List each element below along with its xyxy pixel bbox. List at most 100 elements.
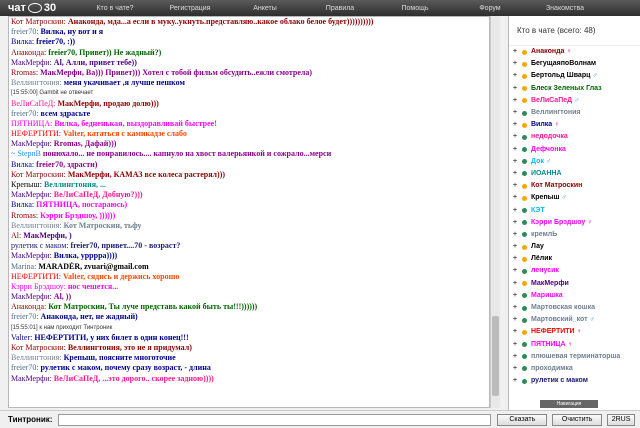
- navigation-button[interactable]: Навигация: [540, 400, 598, 408]
- message-author[interactable]: Кот Матроскин:: [11, 343, 66, 352]
- message-author[interactable]: Кот Матроскин:: [11, 17, 66, 26]
- expand-user-icon[interactable]: +: [511, 351, 519, 363]
- user-nick[interactable]: ИОАННА: [531, 168, 562, 180]
- user-nick[interactable]: ПЯТНИЦА: [531, 339, 566, 351]
- chat-logo[interactable]: чат 30: [0, 2, 80, 14]
- expand-user-icon[interactable]: +: [511, 339, 519, 351]
- message-input[interactable]: [57, 413, 492, 426]
- user-list-item[interactable]: + КЭТ: [509, 204, 640, 216]
- message-author[interactable]: Крепыш:: [11, 180, 42, 189]
- expand-user-icon[interactable]: +: [511, 314, 519, 326]
- message-author[interactable]: МакМерфи:: [11, 139, 52, 148]
- user-nick[interactable]: НЕФЕРТИТИ: [531, 326, 575, 338]
- message-author[interactable]: Al:: [11, 231, 21, 240]
- user-nick[interactable]: ленусик: [531, 265, 559, 277]
- message-author[interactable]: Анаконда:: [11, 48, 46, 57]
- message-author[interactable]: Valter:: [11, 333, 32, 342]
- user-nick[interactable]: КЭТ: [531, 205, 545, 217]
- user-list-item[interactable]: + проходимка: [509, 363, 640, 375]
- expand-user-icon[interactable]: +: [511, 253, 519, 265]
- user-list-item[interactable]: + Док ♂: [509, 156, 640, 168]
- message-author[interactable]: Вилка:: [11, 200, 34, 209]
- message-author[interactable]: Кэрри Брэдшоу:: [11, 282, 66, 291]
- user-nick[interactable]: кремлЬ: [531, 229, 557, 241]
- chat-messages-panel[interactable]: Кот Матроскин: Анаконда, мда...а если в …: [8, 16, 490, 408]
- user-list-item[interactable]: + Лау: [509, 241, 640, 253]
- expand-user-icon[interactable]: +: [511, 241, 519, 253]
- user-list-item[interactable]: + НЕФЕРТИТИ ♀: [509, 326, 640, 338]
- message-author[interactable]: ~ StepnВ: [11, 149, 41, 158]
- message-author[interactable]: ПЯТНИЦА:: [11, 119, 52, 128]
- user-list-item[interactable]: + Вилка ♀: [509, 119, 640, 131]
- user-list-item[interactable]: + Маришка: [509, 290, 640, 302]
- user-nick[interactable]: БегущаяпоВолнам: [531, 58, 596, 70]
- user-nick[interactable]: Лау: [531, 241, 544, 253]
- expand-user-icon[interactable]: +: [511, 363, 519, 375]
- expand-user-icon[interactable]: +: [511, 326, 519, 338]
- user-list-item[interactable]: + ПЯТНИЦА ♀: [509, 339, 640, 351]
- message-author[interactable]: Rromas:: [11, 68, 38, 77]
- message-author[interactable]: freier70:: [11, 109, 39, 118]
- user-list-item[interactable]: + плюшевая терминаторша: [509, 351, 640, 363]
- expand-user-icon[interactable]: +: [511, 83, 519, 95]
- message-author[interactable]: Rromas:: [11, 211, 38, 220]
- user-nick[interactable]: МакМерфи: [531, 278, 569, 290]
- expand-user-icon[interactable]: +: [511, 156, 519, 168]
- user-nick[interactable]: Крепыш: [531, 192, 559, 204]
- expand-user-icon[interactable]: +: [511, 119, 519, 131]
- nav-registration[interactable]: Регистрация: [150, 5, 230, 12]
- user-nick[interactable]: ВеЛиСаПеД: [531, 95, 572, 107]
- expand-user-icon[interactable]: +: [511, 265, 519, 277]
- message-author[interactable]: МакМерфи:: [11, 190, 52, 199]
- nav-forum[interactable]: Форум: [450, 5, 530, 12]
- message-author[interactable]: НЕФЕРТИТИ:: [11, 272, 61, 281]
- user-list-item[interactable]: + ленусик: [509, 265, 640, 277]
- expand-user-icon[interactable]: +: [511, 168, 519, 180]
- message-author[interactable]: freier70:: [11, 27, 39, 36]
- expand-user-icon[interactable]: +: [511, 278, 519, 290]
- user-nick[interactable]: Кэрри Брэдшоу: [531, 217, 585, 229]
- expand-user-icon[interactable]: +: [511, 131, 519, 143]
- user-nick[interactable]: Мартовская кошка: [531, 302, 595, 314]
- clear-button[interactable]: Очистить: [552, 413, 603, 426]
- expand-user-icon[interactable]: +: [511, 46, 519, 58]
- message-author[interactable]: Веллингтония:: [11, 78, 62, 87]
- user-list-item[interactable]: + Бертольд Шварц ♂: [509, 70, 640, 82]
- nav-who-in-chat[interactable]: Кто в чате?: [80, 5, 150, 12]
- message-author[interactable]: freier70:: [11, 363, 39, 372]
- message-author[interactable]: Вилка:: [11, 160, 34, 169]
- user-nick[interactable]: Блеск Зеленых Глаз: [531, 83, 602, 95]
- user-list-item[interactable]: + Мартовский_кот ♂: [509, 314, 640, 326]
- expand-user-icon[interactable]: +: [511, 58, 519, 70]
- message-author[interactable]: МакМерфи:: [11, 292, 52, 301]
- user-nick[interactable]: проходимка: [531, 363, 573, 375]
- user-list-item[interactable]: + Анаконда ♀: [509, 46, 640, 58]
- message-author[interactable]: НЕФЕРТИТИ:: [11, 129, 61, 138]
- user-list-item[interactable]: + БегущаяпоВолнам: [509, 58, 640, 70]
- message-author[interactable]: Marina:: [11, 262, 36, 271]
- message-author[interactable]: МакМерфи:: [11, 58, 52, 67]
- message-author[interactable]: Кот Матроскин:: [11, 170, 66, 179]
- message-author[interactable]: Анаконда:: [11, 302, 46, 311]
- user-nick[interactable]: Анаконда: [531, 46, 564, 58]
- user-nick[interactable]: Лёлик: [531, 253, 552, 265]
- user-nick[interactable]: Кот Матроскин: [531, 180, 582, 192]
- user-nick[interactable]: Бертольд Шварц: [531, 70, 590, 82]
- user-list-item[interactable]: + ИОАННА: [509, 168, 640, 180]
- user-list-item[interactable]: + Крепыш ♂: [509, 192, 640, 204]
- expand-user-icon[interactable]: +: [511, 290, 519, 302]
- expand-user-icon[interactable]: +: [511, 205, 519, 217]
- message-author[interactable]: freier70:: [11, 312, 39, 321]
- user-nick[interactable]: Веллингтония: [531, 107, 581, 119]
- expand-user-icon[interactable]: +: [511, 180, 519, 192]
- message-author[interactable]: ВеЛиСаПеД:: [11, 99, 56, 108]
- user-list-item[interactable]: + Кот Матроскин: [509, 180, 640, 192]
- expand-user-icon[interactable]: +: [511, 375, 519, 387]
- scrollbar-thumb[interactable]: [492, 316, 499, 396]
- message-author[interactable]: Веллингтония:: [11, 353, 62, 362]
- user-list-item[interactable]: + Дефчонка: [509, 144, 640, 156]
- user-nick[interactable]: недодочка: [531, 131, 568, 143]
- expand-user-icon[interactable]: +: [511, 217, 519, 229]
- user-list-item[interactable]: + рулетик с маком: [509, 375, 640, 387]
- say-button[interactable]: Сказать: [497, 413, 548, 426]
